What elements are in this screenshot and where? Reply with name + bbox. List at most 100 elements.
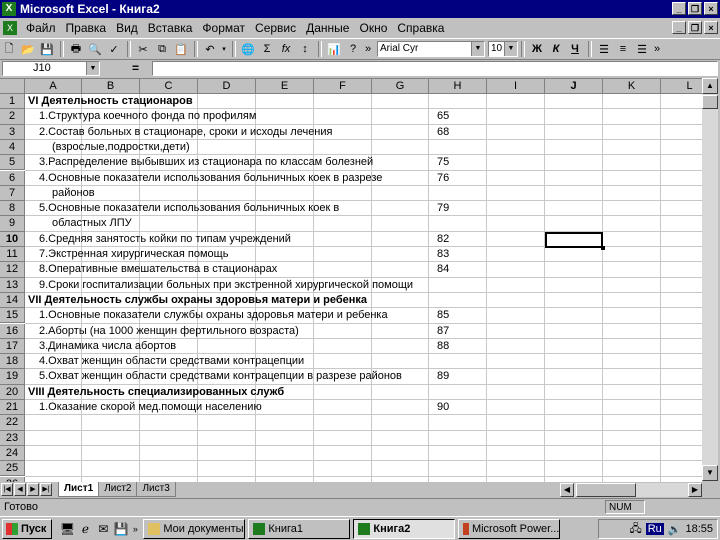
cell-h8[interactable]: 79 [437, 201, 449, 216]
sheet-tab-3[interactable]: Лист3 [136, 482, 176, 497]
sort-ascending-icon[interactable]: ↕ [296, 40, 314, 58]
row-header-1[interactable]: 1 [0, 94, 25, 110]
first-sheet-icon[interactable]: |◀ [1, 483, 13, 496]
cell-h15[interactable]: 85 [437, 308, 449, 323]
network-icon[interactable]: 🖧 [629, 520, 641, 539]
more-buttons-icon[interactable]: » [652, 40, 662, 58]
language-indicator[interactable]: Ru [645, 523, 664, 535]
font-size-select[interactable]: 10 ▼ [488, 41, 518, 57]
menu-tools[interactable]: Сервис [250, 21, 301, 35]
row-header-20[interactable]: 20 [0, 384, 25, 400]
cell-h16[interactable]: 87 [437, 324, 449, 339]
menu-data[interactable]: Данные [301, 21, 354, 35]
formula-input[interactable] [152, 61, 718, 76]
taskbar-powerpoint[interactable]: Microsoft Power... [458, 518, 561, 539]
row-header-5[interactable]: 5 [0, 155, 25, 171]
internet-explorer-icon[interactable]: ℯ [76, 520, 94, 538]
active-cell-selection[interactable] [545, 231, 605, 251]
italic-button[interactable]: К [547, 40, 565, 58]
worksheet-grid[interactable]: A B C D E F G H I J K L 1 2 3 4 5 6 7 8 9 10 11 12 13 14 15 16 17 18 1… [0, 78, 702, 482]
cell-h3[interactable]: 68 [437, 125, 449, 140]
menu-insert[interactable]: Вставка [143, 21, 198, 35]
row-header-7[interactable]: 7 [0, 185, 25, 202]
cell-a2[interactable]: 1.Структура коечного фонда по профилям [39, 109, 256, 124]
save-icon[interactable]: 💾 [38, 40, 56, 58]
row-header-17[interactable]: 17 [0, 338, 25, 355]
chevron-down-icon[interactable]: ▼ [471, 42, 484, 56]
cell-a18[interactable]: 4.Охват женщин области средствами контра… [39, 354, 304, 369]
column-header-l[interactable]: L [661, 79, 702, 94]
function-icon[interactable]: fx [277, 40, 295, 58]
prev-sheet-icon[interactable]: ◀ [14, 483, 26, 496]
new-document-icon[interactable]: 🗋 [0, 40, 18, 58]
menu-edit[interactable]: Правка [61, 21, 112, 35]
edit-formula-button[interactable]: = [132, 61, 139, 75]
column-header-f[interactable]: F [314, 79, 372, 94]
sheet-tab-1[interactable]: Лист1 [58, 482, 100, 497]
row-header-22[interactable]: 22 [0, 415, 25, 431]
column-header-k[interactable]: K [603, 79, 661, 94]
last-sheet-icon[interactable]: ▶| [40, 483, 52, 496]
cell-a11[interactable]: 7.Экстренная хирургическая помощь [39, 247, 228, 262]
cell-a16[interactable]: 2.Аборты (на 1000 женщин фертильного воз… [39, 324, 299, 339]
cell-h6[interactable]: 76 [437, 171, 449, 186]
cell-a15[interactable]: 1.Основные показатели службы охраны здор… [39, 308, 388, 323]
row-header-15[interactable]: 15 [0, 308, 25, 324]
row-header-8[interactable]: 8 [0, 201, 25, 217]
horizontal-scroll-thumb[interactable] [576, 483, 636, 497]
column-header-e[interactable]: E [256, 79, 314, 94]
chevron-down-icon[interactable]: ▼ [86, 62, 99, 75]
column-header-i[interactable]: I [487, 79, 545, 94]
menu-window[interactable]: Окно [354, 21, 392, 35]
vertical-scroll-thumb[interactable] [702, 95, 718, 109]
row-header-6[interactable]: 6 [0, 170, 25, 186]
menu-format[interactable]: Формат [197, 21, 250, 35]
scroll-left-icon[interactable]: ◀ [560, 483, 574, 497]
scroll-up-icon[interactable]: ▲ [702, 78, 718, 94]
cell-h5[interactable]: 75 [437, 155, 449, 170]
column-header-j[interactable]: J [545, 79, 603, 94]
cell-a20[interactable]: VIII Деятельность специализированных слу… [28, 385, 284, 400]
cell-a21[interactable]: 1.Оказание скорой мед.помощи населению [39, 400, 262, 415]
row-header-14[interactable]: 14 [0, 292, 25, 309]
row-header-19[interactable]: 19 [0, 369, 25, 385]
row-header-21[interactable]: 21 [0, 400, 25, 416]
row-header-10[interactable]: 10 [0, 231, 25, 247]
cell-a12[interactable]: 8.Оперативные вмешательства в стационара… [39, 262, 277, 277]
volume-icon[interactable]: 🔊 [668, 523, 682, 536]
outlook-icon[interactable]: ✉ [94, 520, 112, 538]
menu-help[interactable]: Справка [392, 21, 449, 35]
column-header-a[interactable]: A [25, 79, 82, 94]
bold-button[interactable]: Ж [528, 40, 546, 58]
restore-button[interactable]: ❐ [688, 2, 702, 15]
row-header-13[interactable]: 13 [0, 277, 25, 293]
print-icon[interactable]: 🖶 [67, 40, 85, 58]
align-left-icon[interactable]: ☰ [595, 40, 613, 58]
autosum-icon[interactable]: Σ [258, 40, 276, 58]
row-header-12[interactable]: 12 [0, 262, 25, 278]
row-header-25[interactable]: 25 [0, 461, 25, 477]
column-header-h[interactable]: H [429, 79, 487, 94]
save-icon[interactable]: 💾 [112, 520, 130, 538]
cell-a19[interactable]: 5.Охват женщин области средствами контра… [39, 369, 402, 384]
chart-wizard-icon[interactable]: 📊 [325, 40, 343, 58]
cell-a7[interactable]: районов [52, 186, 95, 201]
cell-a5[interactable]: 3.Распределение выбывших из стационара п… [39, 155, 373, 170]
scroll-right-icon[interactable]: ▶ [688, 483, 702, 497]
row-header-3[interactable]: 3 [0, 124, 25, 140]
cell-a3[interactable]: 2.Состав больных в стационаре, сроки и и… [39, 125, 333, 140]
cell-a17[interactable]: 3.Динамика числа абортов [39, 339, 176, 354]
sheet-tab-2[interactable]: Лист2 [98, 482, 138, 497]
cell-h19[interactable]: 89 [437, 369, 449, 384]
row-header-16[interactable]: 16 [0, 323, 25, 339]
cell-a4[interactable]: (взрослые,подростки,дети) [52, 140, 190, 155]
cell-a9[interactable]: областных ЛПУ [52, 216, 132, 231]
paste-icon[interactable]: 📋 [172, 40, 190, 58]
more-buttons-icon[interactable]: » [363, 40, 373, 58]
cell-h11[interactable]: 83 [437, 247, 449, 262]
taskbar-book2[interactable]: Книга2 [353, 518, 456, 539]
menu-view[interactable]: Вид [111, 21, 143, 35]
name-box[interactable]: J10 ▼ [2, 61, 100, 76]
spelling-icon[interactable]: ✓ [105, 40, 123, 58]
copy-icon[interactable]: ⧉ [153, 40, 171, 58]
